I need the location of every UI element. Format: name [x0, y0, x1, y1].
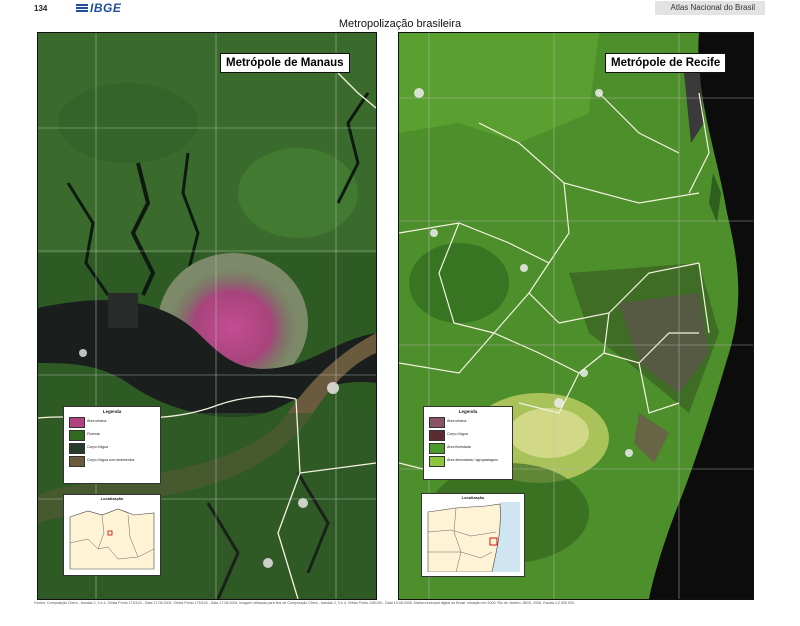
- locator-map-manaus: Localização: [63, 494, 161, 576]
- map-manaus: Metrópole de Manaus Legenda Área urbana …: [37, 32, 377, 600]
- legend-recife: Legenda Área urbana Corpo d'água Área fl…: [423, 406, 513, 480]
- map-title-manaus: Metrópole de Manaus: [220, 53, 350, 73]
- legend-label: Área desmatada / agropastagem: [447, 458, 498, 462]
- legend-label: Corpo d'água: [447, 432, 468, 436]
- legend-swatch: [69, 430, 85, 441]
- atlas-title-tab: Atlas Nacional do Brasil: [654, 1, 765, 15]
- locator-inset-manaus: [68, 503, 156, 571]
- legend-swatch: [429, 430, 445, 441]
- legend-label: Corpo d'água: [87, 445, 108, 449]
- legend-item: Corpo d'água: [424, 429, 512, 441]
- legend-label: Floresta: [87, 432, 100, 436]
- legend-label: Área urbana: [87, 419, 107, 423]
- ibge-logo-icon: [76, 4, 88, 13]
- page-number: 134: [34, 4, 48, 13]
- ibge-logo-text: IBGE: [90, 1, 122, 15]
- legend-swatch: [429, 417, 445, 428]
- legend-swatch: [69, 456, 85, 467]
- map-recife: Metrópole de Recife Legenda Área urbana …: [398, 32, 754, 600]
- legend-label: Área florestada: [447, 445, 471, 449]
- legend-swatch: [429, 456, 445, 467]
- locator-map-recife: Localização: [421, 493, 525, 577]
- legend-item: Área urbana: [64, 416, 160, 428]
- legend-item: Corpo d'água com sedimentos: [64, 455, 160, 467]
- legend-swatch: [69, 417, 85, 428]
- locator-inset-recife: [426, 502, 520, 572]
- legend-label: Corpo d'água com sedimentos: [87, 458, 135, 462]
- map-title-recife: Metrópole de Recife: [605, 53, 727, 73]
- legend-item: Área florestada: [424, 442, 512, 454]
- legend-title: Legenda: [458, 409, 478, 414]
- page-title: Metropolização brasileira: [338, 18, 462, 30]
- legend-swatch: [429, 443, 445, 454]
- locator-title: Localização: [461, 495, 485, 500]
- source-note: Fontes: Composição Cbers - bandas 2, 3 e…: [34, 601, 575, 605]
- legend-manaus: Legenda Área urbana Floresta Corpo d'águ…: [63, 406, 161, 484]
- legend-item: Área urbana: [424, 416, 512, 428]
- legend-item: Área desmatada / agropastagem: [424, 455, 512, 467]
- legend-label: Área urbana: [447, 419, 467, 423]
- ibge-logo: IBGE: [76, 1, 121, 15]
- legend-item: Floresta: [64, 429, 160, 441]
- locator-title: Localização: [100, 496, 124, 501]
- legend-title: Legenda: [102, 409, 122, 414]
- legend-item: Corpo d'água: [64, 442, 160, 454]
- legend-swatch: [69, 443, 85, 454]
